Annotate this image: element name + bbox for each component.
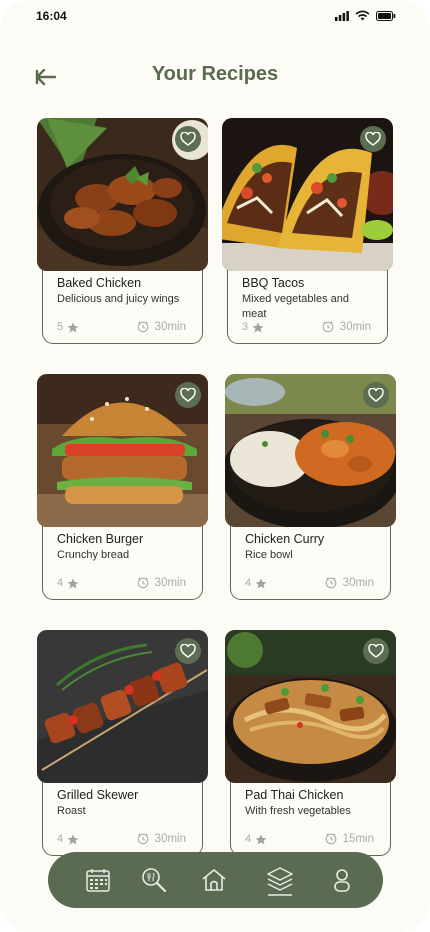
favorite-button[interactable] — [175, 638, 201, 664]
recipe-name: Chicken Burger — [57, 532, 144, 546]
star-icon — [255, 578, 267, 588]
clock-icon — [325, 577, 337, 589]
favorite-button[interactable] — [175, 382, 201, 408]
nav-recipes[interactable] — [266, 866, 294, 896]
rating-value: 4 — [245, 833, 252, 845]
nav-home[interactable] — [200, 866, 228, 894]
duration-value: 30min — [339, 321, 371, 333]
nav-profile[interactable] — [328, 866, 356, 894]
favorite-button[interactable] — [363, 382, 389, 408]
recipe-rating: 3 — [242, 321, 264, 333]
duration-value: 30min — [154, 577, 186, 589]
recipe-image-chicken-burger — [37, 374, 208, 527]
clock-icon — [325, 833, 337, 845]
home-icon — [202, 869, 226, 891]
star-icon — [252, 322, 264, 332]
recipe-name: BBQ Tacos — [242, 276, 305, 290]
recipe-image-baked-chicken — [37, 118, 208, 271]
recipe-duration: 15min — [325, 833, 374, 845]
heart-icon — [180, 132, 196, 146]
duration-value: 30min — [342, 577, 374, 589]
duration-value: 30min — [154, 321, 186, 333]
favorite-button[interactable] — [175, 126, 201, 152]
recipe-rating: 4 — [245, 833, 267, 845]
recipe-rating: 4 — [57, 833, 79, 845]
star-icon — [255, 834, 267, 844]
heart-icon — [180, 644, 196, 658]
recipe-rating: 4 — [245, 577, 267, 589]
star-icon — [67, 834, 79, 844]
recipe-card[interactable]: Pad Thai Chicken With fresh vegetables 4… — [225, 630, 396, 856]
recipe-description: Mixed vegetables and meat — [242, 293, 350, 320]
recipe-card[interactable]: BBQ Tacos Mixed vegetables and meat 3 30… — [222, 118, 393, 344]
recipe-image-chicken-curry — [225, 374, 396, 527]
rating-value: 4 — [57, 833, 64, 845]
recipe-description: With fresh vegetables — [245, 805, 351, 817]
clock-icon — [137, 321, 149, 333]
recipe-image-pad-thai-chicken — [225, 630, 396, 783]
duration-value: 15min — [342, 833, 374, 845]
nav-calendar[interactable] — [84, 866, 112, 894]
rating-value: 3 — [242, 321, 249, 333]
recipe-duration: 30min — [137, 833, 186, 845]
recipe-card[interactable]: Chicken Burger Crunchy bread 4 30min — [37, 374, 208, 600]
heart-icon — [368, 388, 384, 402]
recipe-grid: Baked Chicken Delicious and juicy wings … — [0, 0, 430, 932]
recipe-name: Baked Chicken — [57, 276, 142, 290]
recipe-rating: 5 — [57, 321, 79, 333]
search-food-icon — [142, 868, 167, 893]
recipe-rating: 4 — [57, 577, 79, 589]
clock-icon — [322, 321, 334, 333]
recipe-duration: 30min — [322, 321, 371, 333]
recipe-duration: 30min — [137, 321, 186, 333]
heart-icon — [180, 388, 196, 402]
profile-icon — [334, 869, 350, 892]
recipe-card[interactable]: Chicken Curry Rice bowl 4 30min — [225, 374, 396, 600]
clock-icon — [137, 577, 149, 589]
recipe-name: Pad Thai Chicken — [245, 788, 344, 802]
heart-icon — [368, 644, 384, 658]
recipes-icon — [267, 867, 293, 896]
favorite-button[interactable] — [363, 638, 389, 664]
calendar-icon — [86, 869, 110, 892]
recipe-description: Delicious and juicy wings — [57, 293, 180, 305]
recipe-name: Chicken Curry — [245, 532, 325, 546]
recipe-name: Grilled Skewer — [57, 788, 139, 802]
recipe-description: Rice bowl — [245, 549, 293, 561]
recipe-card[interactable]: Baked Chicken Delicious and juicy wings … — [37, 118, 208, 344]
recipe-image-grilled-skewer — [37, 630, 208, 783]
recipe-description: Crunchy bread — [57, 549, 130, 561]
recipe-duration: 30min — [325, 577, 374, 589]
star-icon — [67, 578, 79, 588]
recipe-description: Roast — [57, 805, 86, 817]
nav-search[interactable] — [140, 866, 168, 894]
app-screen: 16:04 Your Recipes Baked Chicken Delicio… — [0, 0, 430, 932]
recipe-image-bbq-tacos — [222, 118, 393, 271]
recipe-card[interactable]: Grilled Skewer Roast 4 30min — [37, 630, 208, 856]
rating-value: 4 — [245, 577, 252, 589]
recipe-duration: 30min — [137, 577, 186, 589]
clock-icon — [137, 833, 149, 845]
rating-value: 5 — [57, 321, 64, 333]
rating-value: 4 — [57, 577, 64, 589]
favorite-button[interactable] — [360, 126, 386, 152]
duration-value: 30min — [154, 833, 186, 845]
star-icon — [67, 322, 79, 332]
heart-icon — [365, 132, 381, 146]
bottom-nav — [48, 852, 383, 908]
